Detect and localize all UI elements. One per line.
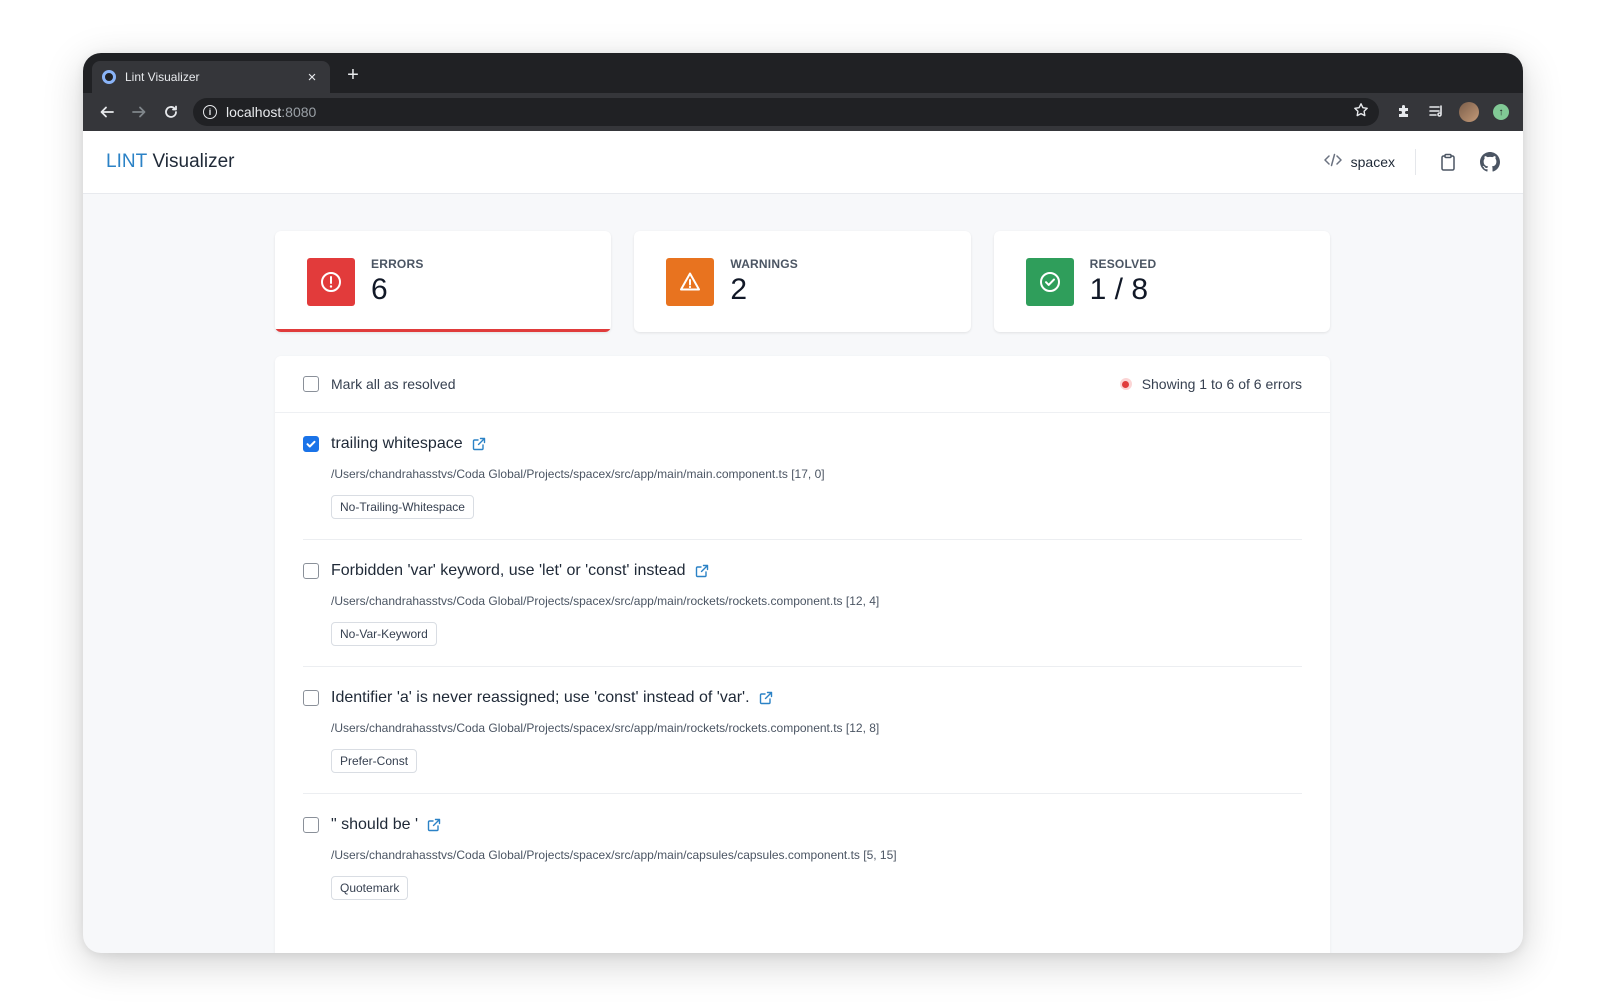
github-icon[interactable] bbox=[1480, 152, 1500, 172]
reading-list-icon[interactable] bbox=[1427, 103, 1445, 122]
resolve-checkbox[interactable] bbox=[303, 436, 319, 452]
code-icon bbox=[1323, 153, 1342, 171]
lint-list-panel: Mark all as resolved Showing 1 to 6 of 6… bbox=[275, 356, 1330, 953]
mark-all-checkbox[interactable] bbox=[303, 376, 319, 392]
tab-lint-visualizer[interactable]: Lint Visualizer × bbox=[92, 61, 330, 93]
list-item: Forbidden 'var' keyword, use 'let' or 'c… bbox=[303, 540, 1302, 667]
favicon-icon bbox=[102, 70, 116, 84]
browser-toolbar: i localhost :8080 ↑ bbox=[83, 93, 1523, 131]
status-dot-icon bbox=[1119, 378, 1132, 390]
stat-cards: ERRORS 6 WARNINGS 2 RESOLVED 1 / 8 bbox=[275, 231, 1330, 332]
showing-text: Showing 1 to 6 of 6 errors bbox=[1141, 376, 1302, 392]
item-file-path: /Users/chandrahasstvs/Coda Global/Projec… bbox=[331, 467, 825, 481]
item-title: Identifier 'a' is never reassigned; use … bbox=[331, 689, 750, 706]
external-link-icon[interactable] bbox=[427, 818, 441, 832]
app-header: LINT Visualizer spacex bbox=[83, 131, 1523, 194]
new-tab-button[interactable]: + bbox=[341, 63, 365, 87]
warnings-count: 2 bbox=[730, 272, 748, 306]
brand-suffix: Visualizer bbox=[147, 151, 235, 172]
resolve-checkbox[interactable] bbox=[303, 817, 319, 833]
item-file-path: /Users/chandrahasstvs/Coda Global/Projec… bbox=[331, 594, 880, 608]
rule-tag: No-Trailing-Whitespace bbox=[331, 495, 474, 519]
address-bar[interactable]: i localhost :8080 bbox=[193, 98, 1379, 126]
project-name: spacex bbox=[1350, 154, 1395, 170]
tab-title: Lint Visualizer bbox=[125, 70, 200, 84]
resolved-card[interactable]: RESOLVED 1 / 8 bbox=[993, 231, 1330, 332]
lint-items: trailing whitespace /Users/chandrahasstv… bbox=[275, 413, 1330, 920]
tab-close-icon[interactable]: × bbox=[304, 69, 320, 86]
arrow-left-icon bbox=[100, 106, 114, 118]
main-content: ERRORS 6 WARNINGS 2 RESOLVED 1 / 8 Mark … bbox=[275, 231, 1330, 953]
url-port: :8080 bbox=[281, 104, 317, 120]
item-title: trailing whitespace bbox=[331, 435, 463, 452]
url-host: localhost bbox=[226, 104, 282, 120]
site-info-icon[interactable]: i bbox=[203, 105, 217, 119]
extensions-puzzle-icon[interactable] bbox=[1395, 103, 1413, 122]
resolve-checkbox[interactable] bbox=[303, 690, 319, 706]
list-item: Identifier 'a' is never reassigned; use … bbox=[303, 667, 1302, 794]
tab-bar: Lint Visualizer × + bbox=[83, 53, 1523, 93]
extensions-area: ↑ bbox=[1395, 102, 1509, 122]
check-circle-icon bbox=[1025, 257, 1074, 306]
errors-count: 6 bbox=[371, 272, 388, 306]
rule-tag: No-Var-Keyword bbox=[331, 622, 437, 646]
browser-window: Lint Visualizer × + i localhost :8080 ↑ … bbox=[83, 53, 1523, 953]
back-button[interactable] bbox=[91, 98, 123, 126]
item-title: " should be ' bbox=[331, 816, 419, 833]
errors-card[interactable]: ERRORS 6 bbox=[275, 231, 612, 332]
profile-avatar[interactable] bbox=[1459, 102, 1479, 122]
warnings-label: WARNINGS bbox=[730, 256, 798, 271]
header-actions: spacex bbox=[1323, 149, 1500, 175]
external-link-icon[interactable] bbox=[472, 437, 486, 451]
list-item: " should be ' /Users/chandrahasstvs/Coda… bbox=[303, 794, 1302, 920]
rule-tag: Prefer-Const bbox=[331, 749, 418, 773]
item-file-path: /Users/chandrahasstvs/Coda Global/Projec… bbox=[331, 721, 880, 735]
warning-triangle-icon bbox=[666, 257, 715, 306]
project-selector[interactable]: spacex bbox=[1323, 149, 1416, 175]
item-file-path: /Users/chandrahasstvs/Coda Global/Projec… bbox=[331, 848, 897, 862]
forward-button[interactable] bbox=[123, 98, 155, 126]
checkmark-icon bbox=[306, 440, 316, 448]
clipboard-icon[interactable] bbox=[1438, 152, 1458, 172]
item-title: Forbidden 'var' keyword, use 'let' or 'c… bbox=[331, 562, 686, 579]
brand-prefix: LINT bbox=[106, 151, 148, 172]
update-icon[interactable]: ↑ bbox=[1493, 104, 1509, 120]
external-link-icon[interactable] bbox=[695, 564, 709, 578]
bookmark-star-icon[interactable] bbox=[1353, 102, 1369, 122]
list-item: trailing whitespace /Users/chandrahasstv… bbox=[303, 413, 1302, 540]
resolved-label: RESOLVED bbox=[1089, 256, 1157, 271]
app-brand[interactable]: LINT Visualizer bbox=[106, 151, 235, 173]
rule-tag: Quotemark bbox=[331, 876, 409, 900]
resolved-count: 1 / 8 bbox=[1089, 272, 1149, 306]
reload-button[interactable] bbox=[155, 98, 187, 126]
arrow-right-icon bbox=[132, 106, 146, 118]
errors-label: ERRORS bbox=[371, 256, 424, 271]
mark-all-label[interactable]: Mark all as resolved bbox=[331, 376, 456, 392]
showing-status: Showing 1 to 6 of 6 errors bbox=[1119, 376, 1302, 392]
warnings-card[interactable]: WARNINGS 2 bbox=[634, 231, 971, 332]
external-link-icon[interactable] bbox=[759, 691, 773, 705]
list-header: Mark all as resolved Showing 1 to 6 of 6… bbox=[275, 356, 1330, 413]
resolve-checkbox[interactable] bbox=[303, 563, 319, 579]
error-circle-icon bbox=[307, 257, 355, 306]
reload-icon bbox=[165, 105, 177, 118]
